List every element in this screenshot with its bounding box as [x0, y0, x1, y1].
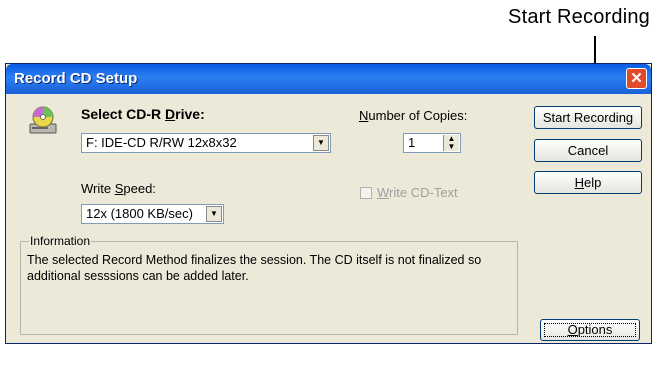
write-speed-value: 12x (1800 KB/sec) — [86, 206, 193, 221]
write-speed-label: Write Speed: — [81, 181, 156, 196]
information-text: The selected Record Method finalizes the… — [27, 253, 482, 283]
window-title: Record CD Setup — [14, 70, 138, 87]
drive-select-value: F: IDE-CD R/RW 12x8x32 — [86, 135, 237, 150]
select-drive-label: Select CD-R Drive: — [81, 106, 205, 122]
write-speed-select[interactable]: 12x (1800 KB/sec) ▼ — [81, 204, 224, 224]
start-recording-button[interactable]: Start Recording — [534, 106, 642, 129]
information-legend: Information — [29, 234, 92, 248]
record-cd-setup-dialog: Record CD Setup ✕ Select CD-R Drive: F: … — [5, 63, 652, 344]
write-cd-text-checkbox[interactable] — [360, 187, 372, 199]
chevron-down-icon[interactable]: ▼ — [206, 206, 222, 222]
close-button[interactable]: ✕ — [626, 68, 647, 89]
help-button[interactable]: Help — [534, 171, 642, 194]
chevron-down-icon[interactable]: ▼ — [313, 135, 329, 151]
spin-down-icon[interactable]: ▼ — [444, 143, 459, 151]
drive-select[interactable]: F: IDE-CD R/RW 12x8x32 ▼ — [81, 133, 331, 153]
copies-value: 1 — [408, 135, 416, 150]
close-icon: ✕ — [630, 70, 643, 87]
cancel-button[interactable]: Cancel — [534, 139, 642, 162]
copies-spinner[interactable]: 1 ▲ ▼ — [403, 133, 461, 153]
write-cd-text-label: Write CD-Text — [377, 185, 458, 200]
title-bar: Record CD Setup ✕ — [6, 64, 651, 94]
options-button[interactable]: Options — [540, 319, 640, 341]
information-group: Information The selected Record Method f… — [20, 234, 518, 335]
number-of-copies-label: Number of Copies: — [359, 108, 468, 123]
callout-label: Start Recording — [508, 6, 650, 28]
cd-drive-icon — [29, 106, 57, 134]
